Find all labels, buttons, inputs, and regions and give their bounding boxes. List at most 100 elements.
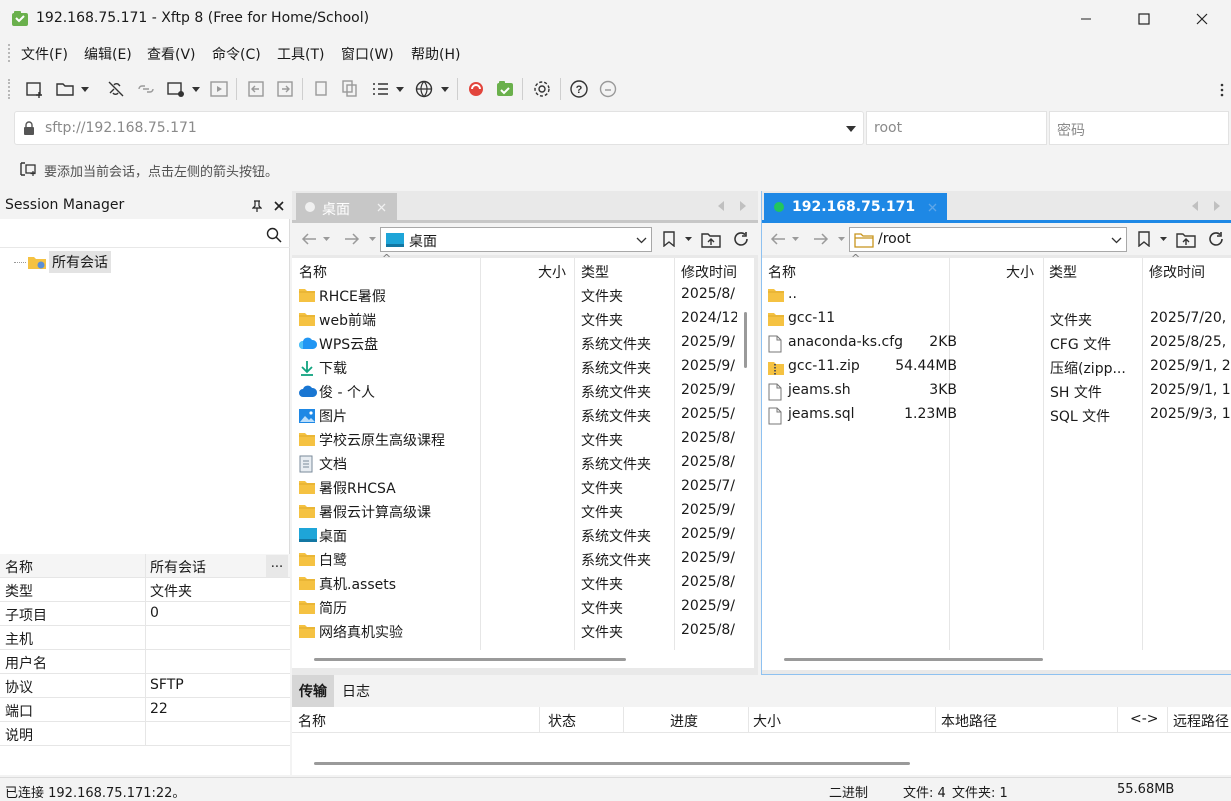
file-row[interactable]: 暑假云计算高级课 文件夹 2025/9/: [292, 500, 738, 524]
col-name[interactable]: 名称: [768, 262, 796, 282]
col-local-path[interactable]: 本地路径: [941, 711, 997, 731]
xftp-icon[interactable]: [494, 78, 516, 100]
address-bar[interactable]: sftp://192.168.75.171: [14, 111, 864, 145]
remote-hscrollbar[interactable]: [762, 650, 1231, 670]
back-arrow-icon[interactable]: [300, 230, 318, 248]
menu-view[interactable]: 查看(V): [147, 44, 196, 64]
copy-icon[interactable]: [310, 78, 332, 100]
col-name[interactable]: 名称: [299, 262, 327, 282]
tab-log[interactable]: 日志: [342, 681, 370, 701]
file-row[interactable]: gcc-11 文件夹 2025/7/20,: [762, 308, 1231, 332]
add-session-arrow-icon[interactable]: [19, 160, 39, 178]
list-view-icon[interactable]: [369, 78, 391, 100]
menu-tools[interactable]: 工具(T): [277, 44, 324, 64]
username-field[interactable]: root: [866, 111, 1047, 145]
file-row[interactable]: anaconda-ks.cfg 2KB CFG 文件 2025/8/25,: [762, 332, 1231, 356]
file-row[interactable]: gcc-11.zip 54.44MB 压缩(zipp... 2025/9/1, 2: [762, 356, 1231, 380]
file-row[interactable]: web前端 文件夹 2024/12: [292, 308, 738, 332]
pin-icon[interactable]: [250, 199, 264, 213]
remote-path-combo[interactable]: /root: [849, 227, 1127, 252]
file-row[interactable]: ..: [762, 284, 1231, 308]
close-icon[interactable]: [376, 202, 387, 213]
chevron-down-icon[interactable]: [684, 236, 692, 242]
more-button[interactable]: ...: [266, 555, 288, 577]
file-row[interactable]: 暑假RHCSA 文件夹 2025/7/: [292, 476, 738, 500]
chat-icon[interactable]: [597, 78, 619, 100]
col-type[interactable]: 类型: [581, 262, 609, 282]
col-progress[interactable]: 进度: [670, 711, 698, 731]
col-direction[interactable]: <->: [1130, 711, 1159, 727]
chevron-down-icon[interactable]: [440, 84, 450, 94]
col-type[interactable]: 类型: [1049, 262, 1077, 282]
forward-arrow-icon[interactable]: [343, 230, 361, 248]
more-options-icon[interactable]: [1218, 82, 1226, 98]
chevron-down-icon[interactable]: [635, 236, 647, 244]
chevron-down-icon[interactable]: [80, 84, 90, 94]
col-status[interactable]: 状态: [548, 711, 576, 731]
link-icon[interactable]: [135, 78, 157, 100]
property-value[interactable]: SFTP: [150, 677, 184, 693]
upload-left-icon[interactable]: [245, 78, 267, 100]
tab-transfer[interactable]: 传输: [292, 675, 334, 707]
file-row[interactable]: 桌面 系统文件夹 2025/9/: [292, 524, 738, 548]
chevron-left-icon[interactable]: [716, 199, 726, 213]
address-input[interactable]: sftp://192.168.75.171: [45, 120, 197, 136]
local-path-combo[interactable]: 桌面: [380, 227, 652, 252]
tab-remote[interactable]: 192.168.75.171: [764, 193, 947, 221]
new-session-icon[interactable]: [24, 78, 46, 100]
parent-folder-icon[interactable]: [1175, 229, 1197, 249]
gear-icon[interactable]: [531, 78, 553, 100]
col-size[interactable]: 大小: [1006, 262, 1034, 282]
chevron-down-icon[interactable]: [1110, 236, 1122, 244]
session-search-bar[interactable]: [0, 222, 290, 248]
file-row[interactable]: RHCE暑假 文件夹 2025/8/: [292, 284, 738, 308]
download-right-icon[interactable]: [274, 78, 296, 100]
menu-help[interactable]: 帮助(H): [411, 44, 460, 64]
file-row[interactable]: 文档 系统文件夹 2025/8/: [292, 452, 738, 476]
file-row[interactable]: 真机.assets 文件夹 2025/8/: [292, 572, 738, 596]
col-modified[interactable]: 修改时间: [681, 262, 737, 282]
file-row[interactable]: 简历 文件夹 2025/9/: [292, 596, 738, 620]
password-field[interactable]: 密码: [1049, 111, 1229, 145]
chevron-down-icon[interactable]: [395, 84, 405, 94]
file-row[interactable]: 俊 - 个人 系统文件夹 2025/9/: [292, 380, 738, 404]
search-icon[interactable]: [266, 227, 282, 243]
disconnect-icon[interactable]: [105, 78, 127, 100]
property-value[interactable]: 所有会话: [150, 557, 206, 577]
xshell-icon[interactable]: [465, 78, 487, 100]
back-arrow-icon[interactable]: [769, 230, 787, 248]
local-hscrollbar[interactable]: [292, 650, 754, 668]
tree-item-all-sessions[interactable]: 所有会话: [49, 251, 111, 273]
tab-local[interactable]: 桌面: [296, 193, 397, 221]
file-row[interactable]: 图片 系统文件夹 2025/5/: [292, 404, 738, 428]
refresh-icon[interactable]: [1206, 229, 1226, 249]
scrollbar-thumb[interactable]: [784, 658, 1043, 661]
file-row[interactable]: 网络真机实验 文件夹 2025/8/: [292, 620, 738, 644]
property-value[interactable]: 文件夹: [150, 581, 192, 601]
chevron-down-icon[interactable]: [791, 236, 799, 242]
file-row[interactable]: jeams.sh 3KB SH 文件 2025/9/1, 1: [762, 380, 1231, 404]
forward-arrow-icon[interactable]: [812, 230, 830, 248]
scrollbar-thumb[interactable]: [744, 312, 747, 368]
chevron-left-icon[interactable]: [1190, 199, 1200, 213]
file-row[interactable]: WPS云盘 系统文件夹 2025/9/: [292, 332, 738, 356]
chevron-right-icon[interactable]: [1212, 199, 1222, 213]
menu-edit[interactable]: 编辑(E): [84, 44, 132, 64]
new-session-tab-icon[interactable]: [165, 78, 187, 100]
chevron-down-icon[interactable]: [191, 84, 201, 94]
minimize-button[interactable]: [1057, 0, 1115, 38]
local-vscrollbar[interactable]: [738, 258, 754, 650]
chevron-down-icon[interactable]: [1159, 236, 1167, 242]
menu-command[interactable]: 命令(C): [212, 44, 261, 64]
open-folder-icon[interactable]: [54, 78, 76, 100]
close-icon[interactable]: [272, 199, 286, 213]
chevron-down-icon[interactable]: [837, 236, 845, 242]
close-button[interactable]: [1173, 0, 1231, 38]
file-row[interactable]: jeams.sql 1.23MB SQL 文件 2025/9/3, 1: [762, 404, 1231, 428]
bookmark-icon[interactable]: [1136, 230, 1152, 248]
file-row[interactable]: 学校云原生高级课程 文件夹 2025/8/: [292, 428, 738, 452]
scrollbar-thumb[interactable]: [314, 762, 910, 765]
bookmark-icon[interactable]: [661, 230, 677, 248]
paste-icon[interactable]: [339, 78, 361, 100]
chevron-down-icon[interactable]: [845, 125, 857, 133]
